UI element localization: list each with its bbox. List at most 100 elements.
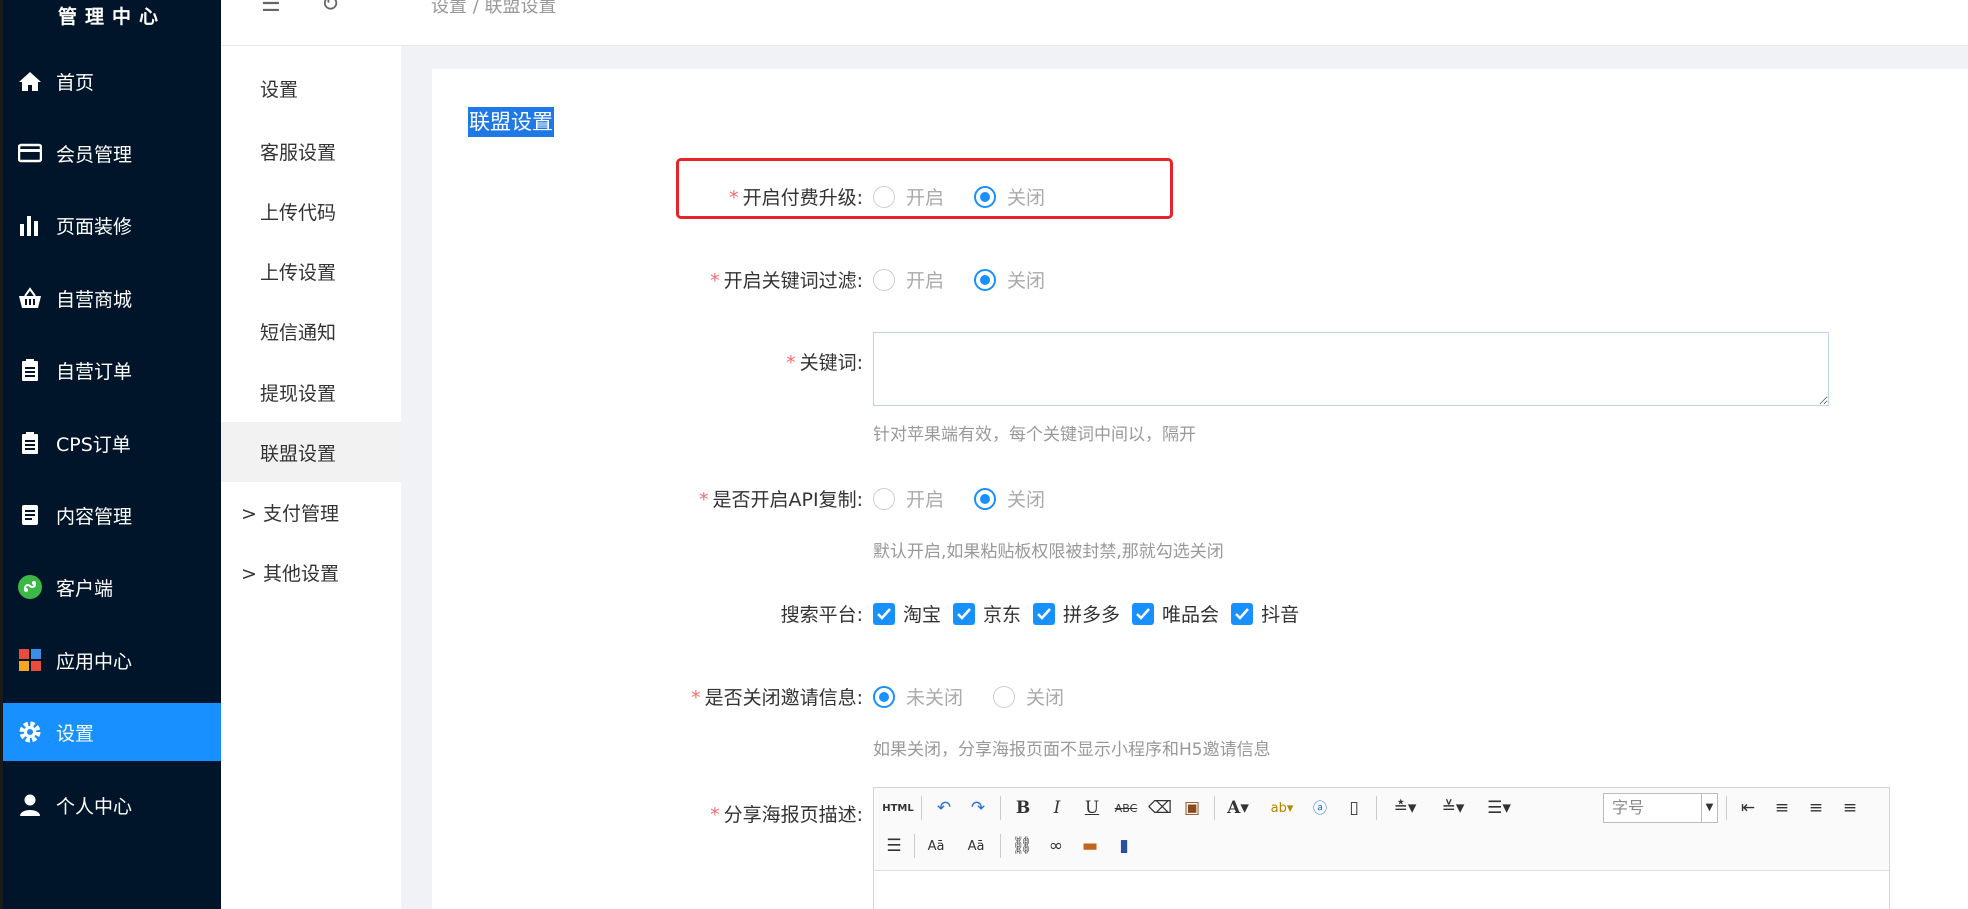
platform-vip-checkbox[interactable]: 唯品会 [1132, 600, 1219, 627]
sidebar-item-page-design[interactable]: 页面装修 [3, 196, 221, 254]
platform-taobao-checkbox[interactable]: 淘宝 [873, 600, 941, 627]
subnav-item-withdraw[interactable]: 提现设置 [221, 362, 401, 422]
subnav-item-alliance[interactable]: 联盟设置 [221, 422, 401, 482]
editor-toolbar: HTML ↶ ↷ B I U ABC ⌫ ▣ A▾ ab▾ ⓐ ▯ ≛▾ ≚▾ … [874, 788, 1889, 871]
subnav-group-payment[interactable]: > 支付管理 [221, 482, 401, 542]
font-color-button[interactable]: A▾ [1224, 794, 1252, 822]
sidebar-item-cps-orders[interactable]: CPS订单 [3, 414, 221, 472]
settings-form-card: 联盟设置 * 开启付费升级: 开启 关闭 * 开启关键词过滤: 开启 关闭 * 关键词… [432, 69, 1968, 909]
sidebar-item-label: CPS订单 [56, 433, 131, 456]
section-title: 联盟设置 [468, 107, 554, 137]
api-copy-label: * 是否开启API复制: [699, 489, 863, 511]
card-icon [16, 139, 44, 167]
sidebar-item-profile[interactable]: 个人中心 [3, 776, 221, 834]
api-copy-off-radio[interactable]: 关闭 [974, 485, 1045, 512]
align-center-icon[interactable]: ≡ [1802, 794, 1830, 822]
image-icon[interactable]: ▬ [1076, 832, 1104, 860]
poster-desc-label: * 分享海报页描述: [710, 804, 863, 826]
font-size-select[interactable]: 字号 ▼ [1603, 793, 1718, 823]
subnav-item-service[interactable]: 客服设置 [221, 121, 401, 181]
paid-upgrade-off-radio[interactable]: 关闭 [974, 183, 1045, 210]
keyword-filter-label: * 开启关键词过滤: [710, 270, 863, 292]
ltr-icon[interactable]: Aā [922, 832, 950, 860]
subnav-item-upload-code[interactable]: 上传代码 [221, 181, 401, 241]
chevron-down-icon: ▼ [1701, 794, 1717, 822]
top-header: ☰ ↻ 设置 / 联盟设置 [221, 0, 1968, 46]
sidebar-item-label: 会员管理 [56, 143, 133, 166]
rtl-icon[interactable]: Aā [962, 832, 990, 860]
line-height-button[interactable]: ☰▾ [1480, 794, 1518, 822]
italic-button[interactable]: I [1043, 794, 1071, 822]
anchor-icon[interactable]: ⓐ [1306, 794, 1334, 822]
align-right-icon[interactable]: ≡ [1836, 794, 1864, 822]
sidebar-item-self-orders[interactable]: 自营订单 [3, 341, 221, 399]
align-left-icon[interactable]: ≡ [1768, 794, 1796, 822]
mini-program-icon [16, 573, 44, 601]
html-source-button[interactable]: HTML [880, 794, 916, 822]
sidebar-item-mall[interactable]: 自营商城 [3, 269, 221, 327]
user-icon [16, 791, 44, 819]
sidebar-item-label: 自营订单 [56, 360, 133, 383]
sidebar-item-client[interactable]: 客户端 [3, 558, 221, 616]
sidebar-item-home[interactable]: 首页 [3, 52, 221, 110]
invite-not-closed-radio[interactable]: 未关闭 [873, 683, 963, 710]
api-copy-on-radio[interactable]: 开启 [873, 485, 944, 512]
sidebar-item-label: 设置 [56, 722, 95, 745]
link-icon[interactable]: ⛓ [1008, 832, 1036, 860]
search-platform-label: 搜索平台: [780, 604, 863, 626]
keyword-filter-on-radio[interactable]: 开启 [873, 266, 944, 293]
sidebar-item-label: 个人中心 [56, 795, 133, 818]
indent-icon[interactable]: ⇤ [1734, 794, 1762, 822]
gear-icon [16, 718, 44, 746]
row-spacing-top-button[interactable]: ≛▾ [1386, 794, 1424, 822]
sidebar-item-label: 页面装修 [56, 215, 133, 238]
subnav-item-sms[interactable]: 短信通知 [221, 301, 401, 361]
sidebar-item-label: 应用中心 [56, 650, 133, 673]
brand-title: 管理中心 [57, 6, 166, 28]
home-icon [16, 67, 44, 95]
subnav-item-upload-settings[interactable]: 上传设置 [221, 241, 401, 301]
eraser-icon[interactable]: ⌫ [1146, 794, 1174, 822]
underline-button[interactable]: U [1078, 794, 1106, 822]
page-icon[interactable]: ▯ [1340, 794, 1368, 822]
api-copy-hint: 默认开启,如果粘贴板权限被封禁,那就勾选关闭 [873, 542, 1224, 562]
bar-chart-icon [16, 211, 44, 239]
highlight-color-button[interactable]: ab▾ [1268, 794, 1296, 822]
undo-icon[interactable]: ↶ [930, 794, 958, 822]
subnav-item-settings[interactable]: 设置 [221, 58, 401, 118]
breadcrumb: 设置 / 联盟设置 [431, 0, 557, 17]
window-frame [0, 0, 3, 909]
refresh-icon[interactable]: ↻ [321, 0, 339, 17]
paid-upgrade-on-radio[interactable]: 开启 [873, 183, 944, 210]
keywords-hint: 针对苹果端有效，每个关键词中间以，隔开 [873, 425, 1196, 445]
invite-info-hint: 如果关闭，分享海报页面不显示小程序和H5邀请信息 [873, 740, 1271, 760]
sidebar-item-apps[interactable]: 应用中心 [3, 631, 221, 689]
subnav-group-other[interactable]: > 其他设置 [221, 542, 401, 602]
video-icon[interactable]: ▮ [1110, 832, 1138, 860]
platform-pdd-checkbox[interactable]: 拼多多 [1033, 600, 1120, 627]
sidebar-item-content[interactable]: 内容管理 [3, 486, 221, 544]
sidebar-item-label: 首页 [56, 71, 95, 94]
sidebar-item-label: 客户端 [56, 577, 114, 600]
menu-fold-icon[interactable]: ☰ [261, 0, 281, 17]
document-icon [16, 501, 44, 529]
invite-closed-radio[interactable]: 关闭 [993, 683, 1064, 710]
row-spacing-bottom-button[interactable]: ≚▾ [1434, 794, 1472, 822]
platform-douyin-checkbox[interactable]: 抖音 [1231, 600, 1299, 627]
keywords-label: * 关键词: [786, 352, 863, 374]
main-sidebar: 管理中心 首页 会员管理 页面装修 自营商城 自营订单 CPS订单 内容管理 客… [3, 0, 221, 909]
redo-icon[interactable]: ↷ [964, 794, 992, 822]
keywords-textarea[interactable] [873, 332, 1829, 406]
keyword-filter-off-radio[interactable]: 关闭 [974, 266, 1045, 293]
sidebar-item-members[interactable]: 会员管理 [3, 124, 221, 182]
bold-button[interactable]: B [1009, 794, 1037, 822]
paste-icon[interactable]: ▣ [1178, 794, 1206, 822]
align-justify-icon[interactable]: ☰ [880, 832, 908, 860]
clipboard-icon [16, 429, 44, 457]
unlink-icon[interactable]: ∞ [1042, 832, 1070, 860]
sidebar-item-label: 自营商城 [56, 288, 133, 311]
sidebar-item-settings[interactable]: 设置 [3, 703, 221, 761]
platform-jd-checkbox[interactable]: 京东 [953, 600, 1021, 627]
strikethrough-button[interactable]: ABC [1112, 794, 1140, 822]
sidebar-item-label: 内容管理 [56, 505, 133, 528]
